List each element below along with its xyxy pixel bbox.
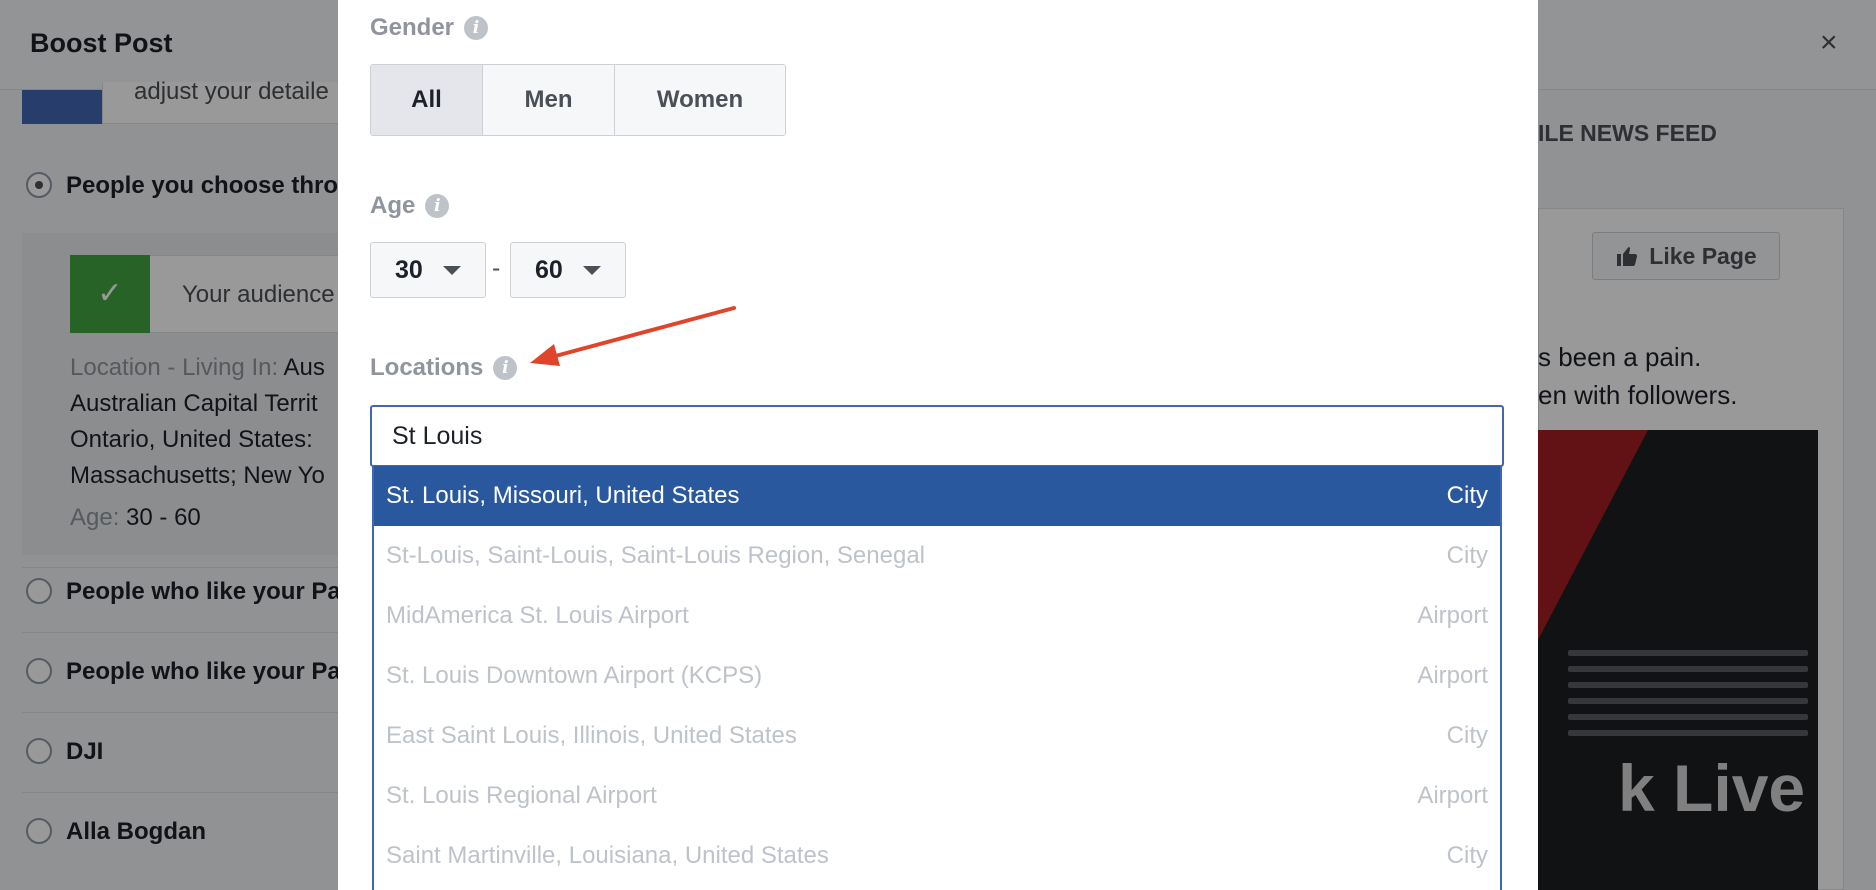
location-suggestions-dropdown: St. Louis, Missouri, United States City … [372, 466, 1502, 890]
age-range-dash: - [492, 254, 501, 282]
chevron-down-icon [582, 265, 601, 275]
location-suggestion-row[interactable]: MidAmerica St. Louis Airport Airport [374, 586, 1500, 646]
age-label: Age i [370, 192, 450, 220]
location-suggestion-row[interactable]: East Saint Louis, Illinois, United State… [374, 706, 1500, 766]
location-suggestion-row[interactable]: St-Louis, Saint-Louis, Saint-Louis Regio… [374, 526, 1500, 586]
location-suggestion-row[interactable]: St. Louis, Missouri, United States City [374, 466, 1500, 526]
suggestion-type: Airport [1417, 602, 1488, 629]
suggestion-type: City [1446, 722, 1488, 749]
suggestion-name: St. Louis Downtown Airport (KCPS) [386, 662, 763, 689]
location-suggestion-row[interactable]: St. Louis Downtown Airport (KCPS) Airpor… [374, 646, 1500, 706]
age-max-select[interactable]: 60 [510, 242, 626, 298]
age-max-value: 60 [535, 255, 563, 284]
suggestion-name: Saint Martinville, Louisiana, United Sta… [386, 842, 829, 869]
age-min-select[interactable]: 30 [370, 242, 486, 298]
gender-label-text: Gender [370, 14, 455, 41]
locations-label: Locations i [370, 354, 518, 382]
suggestion-type: City [1446, 542, 1488, 569]
info-icon[interactable]: i [425, 194, 450, 218]
gender-selector: All Men Women [370, 64, 786, 136]
suggestion-name: St. Louis Regional Airport [386, 782, 657, 809]
audience-edit-modal: Gender i All Men Women Age i 30 - 60 Loc… [338, 0, 1538, 890]
gender-women-button[interactable]: Women [615, 65, 785, 135]
suggestion-type: Airport [1417, 782, 1488, 809]
location-search-value: St Louis [392, 421, 483, 450]
location-suggestion-row[interactable]: Saint Martinville, Louisiana, United Sta… [374, 826, 1500, 886]
gender-label: Gender i [370, 14, 489, 42]
locations-label-text: Locations [370, 354, 484, 381]
suggestion-type: Airport [1417, 662, 1488, 689]
info-icon[interactable]: i [464, 16, 489, 40]
location-suggestion-row[interactable]: St. Louis Regional Airport Airport [374, 766, 1500, 826]
suggestion-name: East Saint Louis, Illinois, United State… [386, 722, 797, 749]
gender-men-button[interactable]: Men [483, 65, 615, 135]
age-min-value: 30 [395, 255, 423, 284]
annotation-arrow-icon [530, 306, 736, 366]
age-label-text: Age [370, 192, 416, 219]
suggestion-name: MidAmerica St. Louis Airport [386, 602, 689, 629]
chevron-down-icon [442, 265, 461, 275]
info-icon[interactable]: i [493, 356, 518, 380]
location-search-input[interactable]: St Louis [370, 405, 1504, 467]
suggestion-name: St-Louis, Saint-Louis, Saint-Louis Regio… [386, 542, 925, 569]
suggestion-type: City [1446, 842, 1488, 869]
suggestion-type: City [1446, 482, 1488, 509]
gender-all-button[interactable]: All [371, 65, 483, 135]
suggestion-name: St. Louis, Missouri, United States [386, 482, 740, 509]
